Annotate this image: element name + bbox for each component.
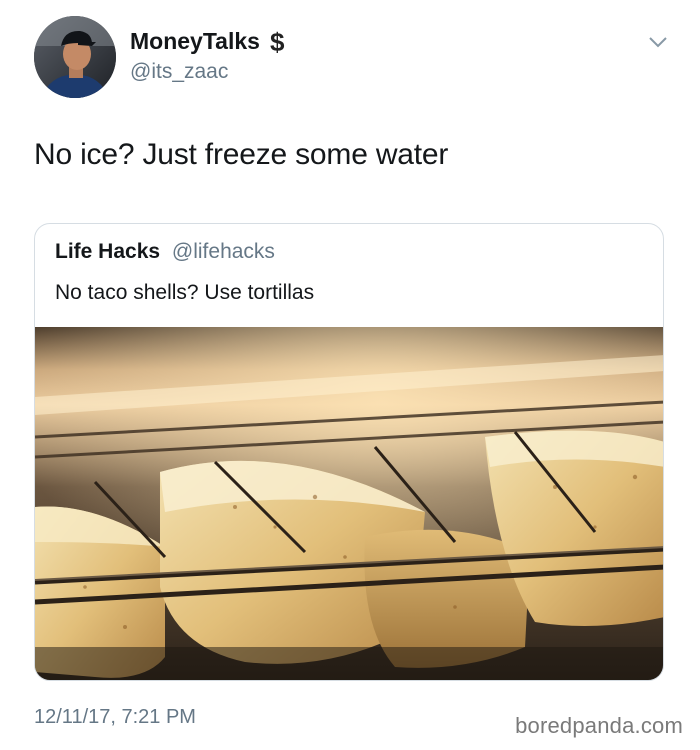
quoted-tweet-header: Life Hacks @lifehacks <box>55 240 275 264</box>
quoted-handle: @lifehacks <box>171 240 275 263</box>
author-avatar[interactable] <box>34 16 116 98</box>
tweet-text: No ice? Just freeze some water <box>34 138 449 171</box>
author-handle[interactable]: @its_zaac <box>130 60 228 84</box>
author-display-name[interactable]: MoneyTalks $ <box>130 28 284 55</box>
chevron-down-icon[interactable] <box>646 34 670 50</box>
tortillas-in-oven-photo[interactable] <box>35 327 663 680</box>
quoted-tweet-card[interactable]: Life Hacks @lifehacks No taco shells? Us… <box>34 223 664 681</box>
dollar-sign-icon: $ <box>269 26 285 57</box>
author-name-text: MoneyTalks <box>130 28 260 54</box>
source-watermark: boredpanda.com <box>515 713 683 738</box>
quoted-display-name: Life Hacks <box>55 240 161 263</box>
tweet-timestamp[interactable]: 12/11/17, 7:21 PM <box>34 706 196 729</box>
quoted-tweet-text: No taco shells? Use tortillas <box>55 281 315 304</box>
